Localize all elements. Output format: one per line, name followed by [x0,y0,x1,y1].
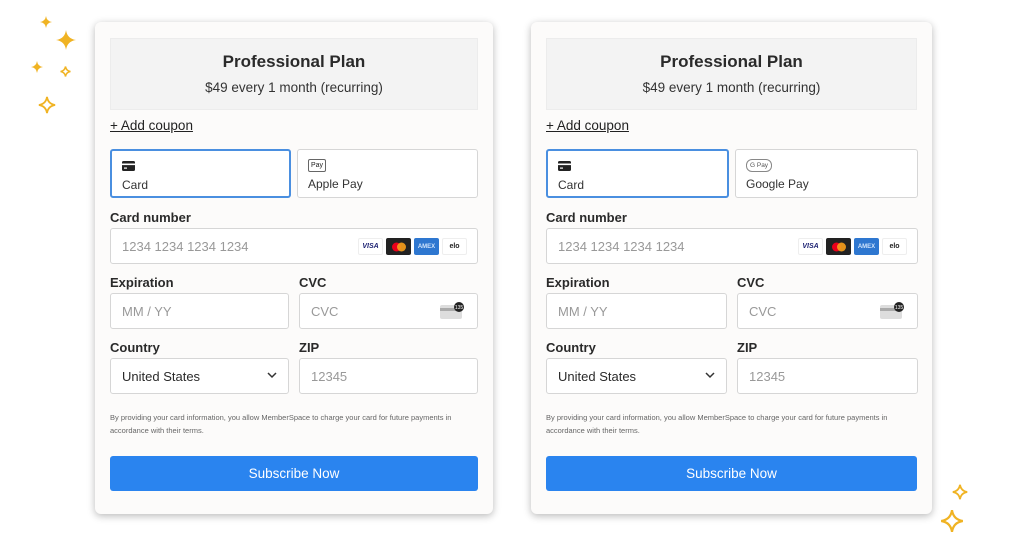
payment-method-card[interactable]: Card [546,149,729,198]
payment-method-card[interactable]: Card [110,149,291,198]
card-number-placeholder: 1234 1234 1234 1234 [558,239,685,254]
svg-text:135: 135 [455,305,464,311]
checkout-form-apple-pay: Professional Plan $49 every 1 month (rec… [95,22,493,514]
card-number-input[interactable]: 1234 1234 1234 1234 VISA AMEX elo [546,228,918,264]
country-select[interactable]: United States [546,358,727,394]
expiration-label: Expiration [546,275,610,290]
visa-icon: VISA [358,238,383,255]
zip-placeholder: 12345 [749,369,786,384]
mastercard-icon [386,238,411,255]
country-value: United States [558,369,637,384]
cvc-placeholder: CVC [749,304,777,319]
cvc-label: CVC [737,275,765,290]
expiration-input[interactable]: MM / YY [546,293,727,329]
expiration-label: Expiration [110,275,174,290]
plan-title: Professional Plan [222,52,366,71]
elo-icon: elo [882,238,907,255]
plan-summary: Professional Plan $49 every 1 month (rec… [546,38,917,110]
terms-text: By providing your card information, you … [546,413,888,435]
sparkle-outline-icon [940,509,964,533]
card-number-label: Card number [546,210,627,225]
checkout-form-google-pay: Professional Plan $49 every 1 month (rec… [531,22,932,514]
cvc-input[interactable]: CVC 135 [737,293,918,329]
country-select[interactable]: United States [110,358,289,394]
plan-summary: Professional Plan $49 every 1 month (rec… [110,38,478,110]
svg-text:135: 135 [895,305,904,311]
chevron-down-icon [267,372,277,379]
sparkle-icon [40,16,52,28]
cvc-card-icon: 135 [440,302,464,319]
add-coupon-link[interactable]: + Add coupon [546,118,629,133]
payment-method-google-pay[interactable]: G Pay Google Pay [735,149,918,198]
payment-method-label: Google Pay [746,177,809,191]
zip-label: ZIP [299,340,320,355]
card-number-input[interactable]: 1234 1234 1234 1234 VISA AMEX elo [110,228,478,264]
sparkle-icon [56,30,76,50]
expiration-placeholder: MM / YY [122,304,172,319]
zip-input[interactable]: 12345 [737,358,918,394]
credit-card-icon [122,161,135,171]
country-label: Country [546,340,596,355]
zip-placeholder: 12345 [311,369,348,384]
amex-icon: AMEX [854,238,879,255]
google-pay-icon: G Pay [746,159,773,172]
terms-text: By providing your card information, you … [110,413,452,435]
payment-method-apple-pay[interactable]: Pay Apple Pay [297,149,478,198]
add-coupon-link[interactable]: + Add coupon [110,118,193,133]
payment-method-label: Card [558,178,585,192]
expiration-placeholder: MM / YY [558,304,608,319]
payment-method-label: Apple Pay [308,177,363,191]
zip-label: ZIP [737,340,758,355]
card-number-placeholder: 1234 1234 1234 1234 [122,239,249,254]
country-value: United States [122,369,201,384]
apple-pay-icon: Pay [308,159,327,172]
sparkle-outline-icon [38,96,56,114]
zip-input[interactable]: 12345 [299,358,478,394]
cvc-placeholder: CVC [311,304,339,319]
sparkle-outline-icon [60,66,71,77]
subscribe-button[interactable]: Subscribe Now [110,456,478,491]
sparkle-icon [31,61,43,73]
cvc-label: CVC [299,275,327,290]
amex-icon: AMEX [414,238,439,255]
elo-icon: elo [442,238,467,255]
subscribe-button[interactable]: Subscribe Now [546,456,917,491]
cvc-input[interactable]: CVC 135 [299,293,478,329]
payment-method-label: Card [122,178,149,192]
plan-price: $49 every 1 month (recurring) [642,80,821,95]
credit-card-icon [558,161,571,171]
plan-title: Professional Plan [660,52,803,71]
cvc-card-icon: 135 [880,302,904,319]
plan-price: $49 every 1 month (recurring) [205,80,383,95]
chevron-down-icon [705,372,715,379]
expiration-input[interactable]: MM / YY [110,293,289,329]
mastercard-icon [826,238,851,255]
country-label: Country [110,340,160,355]
sparkle-outline-icon [952,484,968,500]
visa-icon: VISA [798,238,823,255]
card-number-label: Card number [110,210,191,225]
